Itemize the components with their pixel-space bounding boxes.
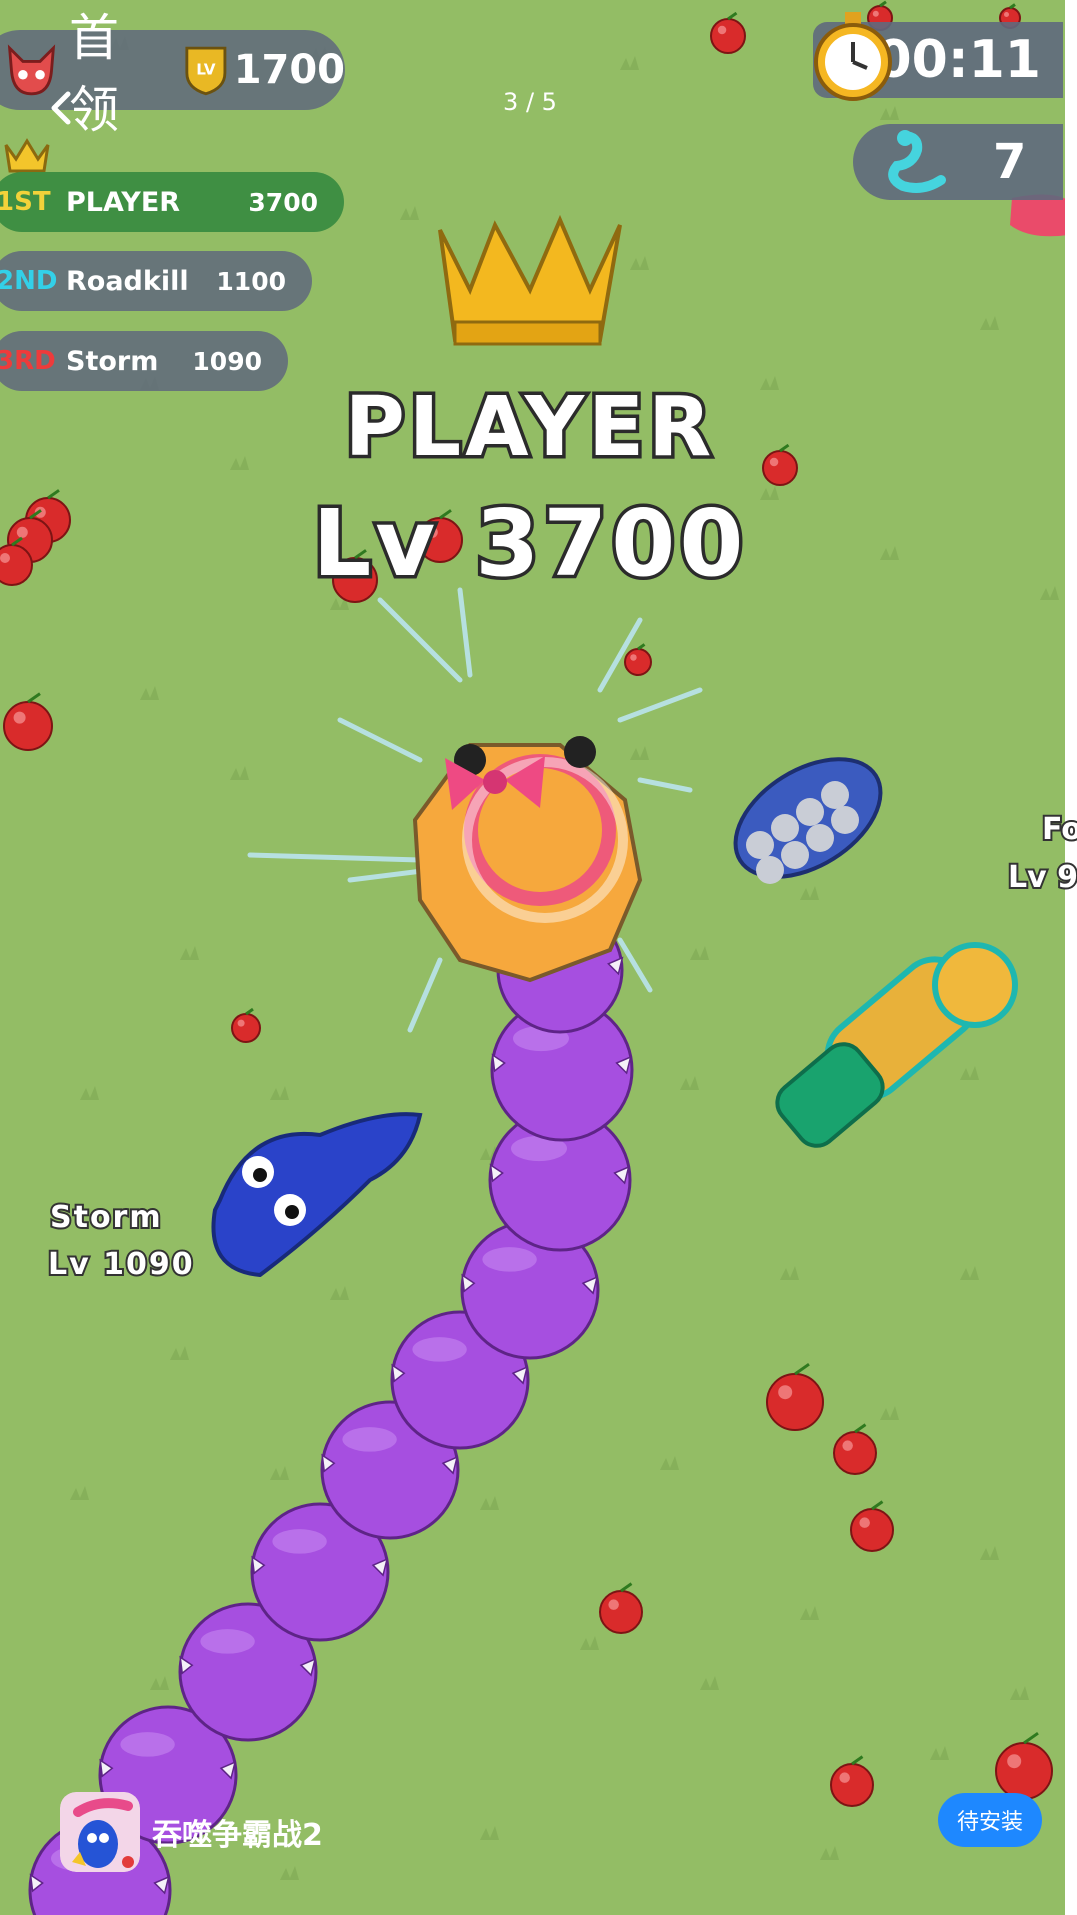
rank-label: 2ND	[0, 266, 58, 296]
rank-score: 1100	[216, 266, 286, 296]
edge-snake-level-label: Lv 9	[1006, 858, 1077, 897]
top-leader-label: 首领	[68, 9, 121, 139]
storm-name-label: Storm	[48, 1198, 163, 1237]
rank-score: 3700	[248, 187, 318, 217]
snake-kill-icon	[888, 130, 946, 193]
rank-name: PLAYER	[66, 186, 181, 218]
crown-icon-small	[4, 138, 50, 173]
ad-bar[interactable]: 吞噬争霸战2	[60, 1792, 323, 1872]
player-level-label: Lv 3700	[309, 487, 748, 601]
kill-count: 7	[993, 134, 1027, 190]
leaderboard-row-1: 1ST PLAYER 3700	[0, 172, 344, 232]
top-leader-score: 1700	[233, 47, 346, 93]
rank-name: Roadkill	[66, 265, 189, 297]
leaderboard-row-2: 2ND Roadkill 1100	[0, 251, 312, 311]
frame-edge	[1065, 0, 1077, 1915]
install-button[interactable]: 待安装	[938, 1793, 1042, 1847]
rank-label: 3RD	[0, 346, 56, 376]
app-icon[interactable]	[60, 1792, 140, 1872]
edge-snake-name-label: Fo	[1040, 810, 1077, 849]
rank-label: 1ST	[0, 187, 51, 217]
storm-level-label: Lv 1090	[46, 1245, 195, 1284]
app-name: 吞噬争霸战2	[152, 1818, 323, 1853]
rank-score: 1090	[192, 346, 262, 376]
game-screen: 首领 LV 1700 1ST PLAYER 3700 2ND Roadkill …	[0, 0, 1077, 1915]
kills-panel: 7	[853, 124, 1063, 200]
level-badge-text: LV	[196, 61, 216, 79]
rank-name: Storm	[66, 345, 159, 377]
timer-value: 00:11	[875, 30, 1041, 90]
player-name-label: PLAYER	[341, 377, 716, 479]
partial-snake-edge	[1010, 194, 1068, 237]
leaderboard-row-3: 3RD Storm 1090	[0, 331, 288, 391]
page-counter: 3 / 5	[503, 88, 557, 116]
